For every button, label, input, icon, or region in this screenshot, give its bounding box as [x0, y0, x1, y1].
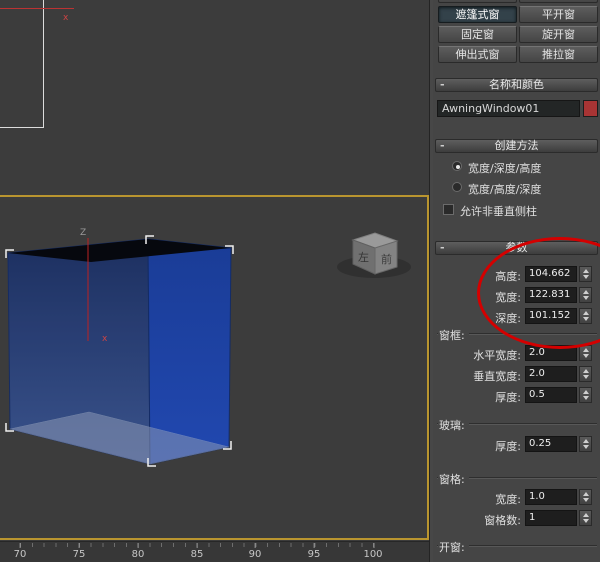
command-panel: 遮篷式窗 平开窗 固定窗 旋开窗 伸出式窗 推拉窗 - 名称和颜色 Awning… — [433, 0, 600, 562]
ruler-tick: 90 — [248, 543, 262, 560]
fixed-window-button[interactable]: 固定窗 — [438, 26, 517, 43]
ruler-tick: 85 — [190, 543, 204, 560]
ruler-tick: 80 — [131, 543, 145, 560]
open-window-section: 开窗: — [437, 539, 597, 555]
frame-vert-width-label: 垂直宽度: — [473, 370, 521, 383]
axis-z-label: Z — [80, 228, 86, 238]
rails-count-spinner[interactable] — [579, 510, 592, 526]
axis-x-label: x — [102, 334, 108, 344]
max-window: x Z x 左 前 70 75 80 85 90 95 100 遮篷式窗 平开窗… — [0, 0, 600, 562]
rollout-title: 名称和颜色 — [489, 78, 544, 91]
section-label: 窗格: — [438, 471, 469, 487]
section-label: 窗框: — [438, 327, 469, 343]
object-name-input[interactable]: AwningWindow01 — [437, 100, 580, 117]
glazing-section: 玻璃: — [437, 417, 597, 433]
ruler-tick: 100 — [363, 543, 383, 560]
radio-width-depth-height[interactable] — [452, 161, 462, 171]
pivoted-window-button[interactable]: 旋开窗 — [519, 26, 598, 43]
glazing-thickness-label: 厚度: — [495, 440, 521, 453]
rollout-title: 参数 — [505, 241, 528, 254]
allow-non-vertical-jambs-checkbox[interactable] — [443, 204, 454, 215]
viewcube-front-face-label: 前 — [381, 252, 392, 266]
collapse-icon: - — [440, 139, 445, 152]
rollout-title: 创建方法 — [494, 139, 539, 152]
object-color-swatch[interactable] — [583, 100, 598, 117]
cut-button[interactable] — [519, 0, 598, 3]
depth-label: 深度: — [495, 312, 521, 325]
awning-window-object[interactable] — [7, 238, 232, 465]
frame-horiz-width-label: 水平宽度: — [473, 349, 521, 362]
width-label: 宽度: — [495, 291, 521, 304]
rollout-creation-method[interactable]: - 创建方法 — [435, 139, 598, 153]
height-input[interactable]: 104.662 — [525, 266, 577, 282]
width-spinner[interactable] — [579, 287, 592, 303]
width-input[interactable]: 122.831 — [525, 287, 577, 303]
glazing-thickness-input[interactable]: 0.25 — [525, 436, 577, 452]
rails-count-label: 窗格数: — [484, 514, 521, 527]
collapse-icon: - — [440, 241, 445, 254]
height-label: 高度: — [495, 270, 521, 283]
radio-width-height-depth[interactable] — [452, 182, 462, 192]
ruler-tick: 75 — [72, 543, 86, 560]
depth-input[interactable]: 101.152 — [525, 308, 577, 324]
frame-thickness-spinner[interactable] — [579, 387, 592, 403]
viewcube-left-face-label: 左 — [358, 251, 369, 264]
ruler-tick: 70 — [13, 543, 27, 560]
frame-section: 窗框: — [437, 327, 597, 343]
frame-horiz-width-input[interactable]: 2.0 — [525, 345, 577, 361]
section-label: 玻璃: — [438, 417, 469, 433]
rails-count-input[interactable]: 1 — [525, 510, 577, 526]
rails-width-spinner[interactable] — [579, 489, 592, 505]
ruler-tick: 95 — [307, 543, 321, 560]
rails-section: 窗格: — [437, 471, 597, 487]
rollout-name-color[interactable]: - 名称和颜色 — [435, 78, 598, 92]
frame-thickness-input[interactable]: 0.5 — [525, 387, 577, 403]
rails-width-label: 宽度: — [495, 493, 521, 506]
track-bar-ruler[interactable]: 70 75 80 85 90 95 100 — [0, 541, 429, 562]
casement-window-button[interactable]: 平开窗 — [519, 6, 598, 23]
radio-label: 宽度/深度/高度 — [468, 162, 542, 175]
frame-vert-width-spinner[interactable] — [579, 366, 592, 382]
rollout-parameters[interactable]: - 参数 — [435, 241, 598, 255]
awning-window-button[interactable]: 遮篷式窗 — [438, 6, 517, 23]
checkbox-label: 允许非垂直侧柱 — [460, 205, 537, 218]
height-spinner[interactable] — [579, 266, 592, 282]
collapse-icon: - — [440, 78, 445, 91]
cut-button[interactable] — [438, 0, 517, 3]
viewcube[interactable]: 左 前 — [337, 232, 411, 278]
depth-spinner[interactable] — [579, 308, 592, 324]
radio-label: 宽度/高度/深度 — [468, 183, 542, 196]
sliding-window-button[interactable]: 推拉窗 — [519, 46, 598, 63]
projected-window-button[interactable]: 伸出式窗 — [438, 46, 517, 63]
glazing-thickness-spinner[interactable] — [579, 436, 592, 452]
section-label: 开窗: — [438, 539, 469, 555]
frame-vert-width-input[interactable]: 2.0 — [525, 366, 577, 382]
frame-thickness-label: 厚度: — [495, 391, 521, 404]
rails-width-input[interactable]: 1.0 — [525, 489, 577, 505]
frame-horiz-width-spinner[interactable] — [579, 345, 592, 361]
